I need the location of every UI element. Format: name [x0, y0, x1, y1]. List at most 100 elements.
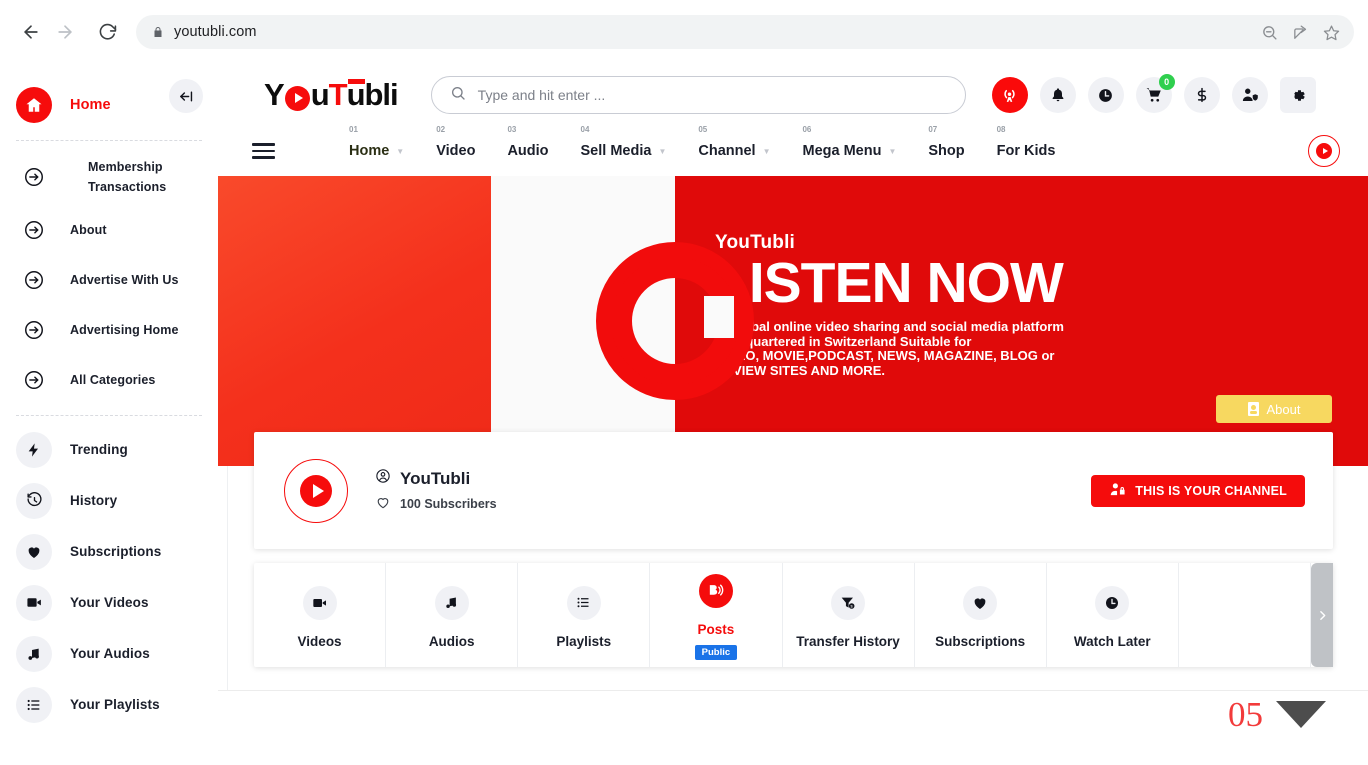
tab-audios[interactable]: Audios — [386, 563, 519, 667]
sidebar-label-transactions: Transactions — [88, 180, 167, 194]
hero-desc-line2: headquartered in Switzerland Suitable fo… — [715, 333, 972, 349]
sidebar-label-about: About — [70, 223, 107, 237]
heart-outline-icon — [375, 495, 391, 513]
tab-transfer-history[interactable]: $ Transfer History — [783, 563, 915, 667]
channel-meta: YouTubli 100 Subscribers — [375, 468, 497, 513]
sidebar-label-membership: Membership — [88, 160, 163, 174]
sidebar-item-subscriptions[interactable]: Subscriptions — [0, 526, 218, 577]
gear-icon[interactable] — [1279, 77, 1316, 113]
nav-item-sell-media[interactable]: 04 Sell Media ▼ — [565, 125, 683, 159]
sidebar-item-membership-transactions[interactable]: Membership Transactions — [0, 149, 218, 205]
play-avatar-icon[interactable] — [284, 458, 348, 523]
star-icon[interactable] — [1323, 24, 1340, 41]
nav-num-08: 08 — [996, 125, 1006, 134]
logo-u-umlaut: u — [346, 77, 366, 112]
live-broadcast-icon[interactable] — [991, 77, 1028, 113]
nav-num-01: 01 — [349, 125, 358, 134]
sidebar-item-your-audios[interactable]: Your Audios — [0, 628, 218, 679]
channel-name-row: YouTubli — [375, 468, 497, 489]
nav-num-05: 05 — [698, 125, 708, 134]
clock-icon[interactable] — [1087, 77, 1124, 113]
id-card-icon — [1247, 402, 1259, 416]
nav-item-shop[interactable]: 07 Shop — [912, 125, 980, 159]
zoom-out-icon[interactable] — [1261, 24, 1278, 41]
share-icon[interactable] — [1292, 24, 1309, 41]
sidebar-item-about[interactable]: About — [0, 205, 218, 255]
sidebar-item-your-playlists[interactable]: Your Playlists — [0, 679, 218, 730]
hero-left-panel — [218, 176, 491, 466]
bell-icon[interactable] — [1039, 77, 1076, 113]
lightning-icon — [16, 431, 52, 468]
sidebar-label-subscriptions: Subscriptions — [70, 544, 162, 559]
sidebar-item-trending[interactable]: Trending — [0, 424, 218, 475]
copyright-icon — [596, 242, 754, 400]
about-button[interactable]: About — [1216, 395, 1332, 423]
logo-play-icon — [284, 85, 310, 111]
tab-label-playlists: Playlists — [556, 633, 612, 649]
this-is-your-channel-button[interactable]: THIS IS YOUR CHANNEL — [1091, 474, 1305, 507]
hamburger-icon[interactable] — [252, 143, 275, 159]
nav-num-06: 06 — [802, 125, 812, 134]
nav-label-channel: Channel — [698, 143, 756, 159]
channel-subscribers-row: 100 Subscribers — [375, 495, 497, 513]
arrow-circle-icon — [16, 362, 52, 398]
nav-num-04: 04 — [580, 125, 590, 134]
sidebar-label-your-videos: Your Videos — [70, 595, 149, 610]
browser-toolbar: youtubli.com — [0, 0, 1368, 64]
sidebar-item-advertise-with-us[interactable]: Advertise With Us — [0, 255, 218, 305]
arrow-circle-icon — [16, 212, 52, 248]
play-circle-icon[interactable] — [1308, 135, 1340, 167]
reload-icon[interactable] — [90, 15, 124, 49]
hero-mid-panel — [491, 176, 754, 466]
heart-icon — [963, 585, 998, 620]
cart-icon[interactable]: 0 — [1135, 74, 1175, 113]
channel-name: YouTubli — [400, 468, 471, 488]
page-root: youtubli.com Home Membership Transaction… — [0, 0, 1368, 765]
tab-subscriptions[interactable]: Subscriptions — [915, 563, 1047, 667]
tab-label-watch-later: Watch Later — [1073, 633, 1151, 649]
sidebar-item-your-videos[interactable]: Your Videos — [0, 577, 218, 628]
music-note-icon — [16, 635, 52, 672]
tab-playlists[interactable]: Playlists — [518, 563, 651, 667]
nav-item-audio[interactable]: 03 Audio — [491, 125, 564, 159]
tab-watch-later[interactable]: Watch Later — [1047, 563, 1179, 667]
sidebar-label-all-categories: All Categories — [70, 373, 156, 387]
user-shield-icon[interactable] — [1231, 77, 1268, 113]
about-button-label: About — [1266, 401, 1301, 417]
chevron-right-icon[interactable] — [1311, 563, 1333, 667]
forward-arrow-icon[interactable] — [48, 15, 82, 49]
nav-item-mega-menu[interactable]: 06 Mega Menu ▼ — [786, 125, 912, 159]
hero-banner: YouTubli LISTEN NOW A global online vide… — [218, 176, 1368, 466]
music-note-icon — [434, 585, 469, 620]
lock-icon — [152, 25, 164, 39]
user-lock-icon — [1109, 481, 1126, 501]
search-input[interactable]: Type and hit enter ... — [430, 76, 966, 114]
hero-desc-line1: global online video sharing and social m… — [728, 319, 1064, 334]
tab-label-transfer-history: Transfer History — [796, 633, 900, 649]
omnibox-actions — [1261, 24, 1346, 41]
sidebar-label-home: Home — [70, 97, 111, 113]
logo-part-3: bli — [364, 77, 399, 112]
sidebar-label-advertise-with-us: Advertise With Us — [70, 273, 179, 287]
sidebar-item-history[interactable]: History — [0, 475, 218, 526]
dollar-icon[interactable] — [1183, 77, 1220, 113]
sidebar-label-your-audios: Your Audios — [70, 646, 150, 661]
back-arrow-icon[interactable] — [14, 15, 48, 49]
url-text: youtubli.com — [174, 24, 257, 40]
nav-item-home[interactable]: 01 Home ▼ — [333, 125, 420, 159]
nav-item-video[interactable]: 02 Video — [420, 125, 491, 159]
blog-icon — [698, 574, 733, 608]
hero-title: LISTEN NOW — [715, 251, 1064, 315]
nav-item-channel[interactable]: 05 Channel ▼ — [682, 125, 786, 159]
tab-posts[interactable]: Posts Public — [650, 563, 783, 667]
video-camera-icon — [16, 584, 52, 621]
tab-videos[interactable]: Videos — [254, 563, 387, 667]
collapse-sidebar-icon[interactable] — [169, 79, 203, 113]
nav-item-for-kids[interactable]: 08 For Kids — [981, 125, 1072, 159]
search-placeholder: Type and hit enter ... — [477, 87, 606, 103]
site-logo[interactable]: Yu Tu bli — [264, 77, 399, 113]
nav-label-home: Home — [349, 143, 390, 159]
sidebar-item-advertising-home[interactable]: Advertising Home — [0, 305, 218, 355]
sidebar-item-all-categories[interactable]: All Categories — [0, 355, 218, 405]
address-bar[interactable]: youtubli.com — [136, 15, 1354, 49]
